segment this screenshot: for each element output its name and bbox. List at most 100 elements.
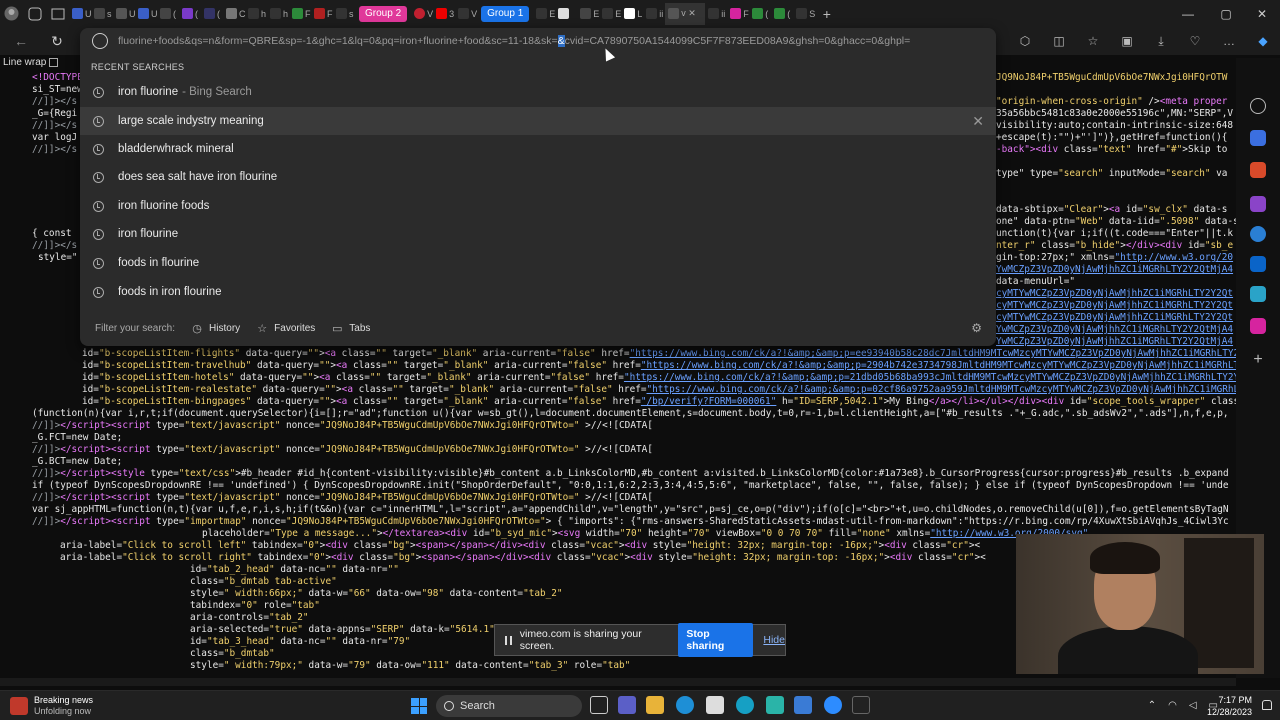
outlook-icon[interactable] [1250, 256, 1266, 272]
workspaces-icon[interactable] [26, 5, 43, 22]
source-line: aria-controls="tab_2" [190, 612, 309, 623]
tab[interactable]: V [455, 3, 477, 25]
tab[interactable]: h [245, 3, 267, 25]
tab[interactable]: s [333, 3, 355, 25]
tab[interactable]: 3 [433, 3, 455, 25]
source-line: _G={Regi [32, 108, 78, 119]
tab-group-1[interactable]: Group 1 [481, 5, 530, 22]
news-widget[interactable]: Breaking news Unfolding now [10, 695, 93, 717]
tab[interactable]: ii [643, 3, 665, 25]
system-clock[interactable]: 7:17 PM 12/28/2023 [1207, 694, 1252, 718]
filter-favorites-button[interactable]: ☆ Favorites [256, 322, 315, 335]
tab[interactable]: S [793, 3, 815, 25]
tab[interactable]: C [223, 3, 246, 25]
downloads-icon[interactable]: ⤓ [1152, 32, 1170, 50]
chevron-up-icon[interactable]: ⌃ [1148, 700, 1156, 711]
suggestion-item[interactable]: foods in iron flourine [80, 278, 996, 306]
drop-icon[interactable] [1250, 286, 1266, 302]
tab[interactable]: E [577, 3, 599, 25]
tab[interactable]: E [533, 3, 555, 25]
refresh-icon[interactable]: ↻ [48, 32, 66, 50]
gear-icon[interactable]: ⚙ [971, 321, 982, 335]
tab[interactable]: L [621, 3, 643, 25]
tab-favicon [248, 8, 259, 19]
tab[interactable]: h [267, 3, 289, 25]
tab-active[interactable]: v ✕ [665, 2, 706, 25]
games-icon[interactable] [1250, 196, 1266, 212]
tab[interactable]: F [289, 3, 311, 25]
source-line: YwMCZpZ3VpZD0yNjAwMjhhZC1iMGRhLTY2Y2QtMj… [996, 324, 1234, 335]
back-icon[interactable]: ← [12, 32, 30, 50]
task-view-icon[interactable] [590, 696, 608, 714]
add-sidebar-icon[interactable]: + [1250, 352, 1266, 368]
profile-avatar-icon[interactable] [3, 5, 20, 22]
tab-favicon [646, 8, 658, 19]
tab[interactable]: U [113, 3, 136, 25]
tab[interactable] [555, 3, 577, 25]
taskbar-search-label: Search [460, 700, 495, 712]
instagram-icon[interactable] [1250, 318, 1266, 334]
file-explorer-icon[interactable] [646, 696, 664, 714]
source-line: _G.BCT=new Date; [32, 456, 123, 467]
tab-actions-icon[interactable] [49, 5, 66, 22]
windows-start-icon[interactable] [411, 698, 427, 714]
tab[interactable]: F [727, 3, 749, 25]
address-bar[interactable]: fluorine+foods&qs=n&form=QBRE&sp=-1&ghc=… [80, 28, 996, 54]
tab[interactable]: ( [179, 3, 201, 25]
tab-favicon [752, 8, 764, 19]
copilot-sidebar-icon[interactable] [1250, 226, 1266, 242]
taskbar-search[interactable]: Search [436, 695, 582, 717]
extensions-icon[interactable]: ⬡ [1016, 32, 1034, 50]
tab[interactable]: ( [771, 3, 793, 25]
notification-bell-icon[interactable] [1262, 700, 1272, 710]
teams-icon[interactable] [618, 696, 636, 714]
close-window-icon[interactable]: ✕ [1240, 0, 1280, 27]
edge-icon[interactable] [676, 696, 694, 714]
tab[interactable]: U [69, 3, 92, 25]
filter-tabs-button[interactable]: ▭ Tabs [331, 322, 370, 335]
shopping-icon[interactable] [1250, 162, 1266, 178]
suggestion-item[interactable]: iron flourine [80, 220, 996, 248]
notes-icon[interactable] [794, 696, 812, 714]
tab[interactable]: s [91, 3, 113, 25]
performance-icon[interactable]: ♡ [1186, 32, 1204, 50]
tab[interactable]: U [135, 3, 158, 25]
split-screen-icon[interactable]: ◫ [1050, 32, 1068, 50]
tab[interactable]: ( [749, 3, 771, 25]
wifi-icon[interactable]: ◠ [1168, 700, 1177, 711]
tab[interactable]: E [599, 3, 621, 25]
suggestion-item[interactable]: iron fluorine - Bing Search [80, 78, 996, 106]
volume-icon[interactable]: ◁ [1189, 700, 1197, 711]
more-options-icon[interactable]: … [1220, 32, 1238, 50]
terminal-icon[interactable] [852, 696, 870, 714]
tools-icon[interactable] [1250, 130, 1266, 146]
app-icon[interactable] [766, 696, 784, 714]
collections-icon[interactable]: ▣ [1118, 32, 1136, 50]
store-icon[interactable] [706, 696, 724, 714]
suggestion-item[interactable]: bladderwhrack mineral [80, 135, 996, 163]
filter-history-button[interactable]: ◷ History [191, 322, 240, 335]
zoom-icon[interactable] [824, 696, 842, 714]
new-tab-icon[interactable]: + [818, 5, 835, 22]
tab[interactable]: ii [705, 3, 727, 25]
tab[interactable]: V [411, 3, 433, 25]
tab[interactable]: ( [157, 3, 179, 25]
tab-group-2[interactable]: Group 2 [359, 5, 408, 22]
hide-banner-link[interactable]: Hide [763, 634, 785, 646]
address-input[interactable]: fluorine+foods&qs=n&form=QBRE&sp=-1&ghc=… [118, 35, 988, 47]
source-line: id="tab_3_head" data-nc="" data-nr="79" [190, 636, 411, 647]
stop-sharing-button[interactable]: Stop sharing [678, 623, 754, 657]
suggestion-item[interactable]: iron fluorine foods [80, 192, 996, 220]
tab[interactable]: ( [201, 3, 223, 25]
search-icon[interactable] [1250, 98, 1266, 114]
suggestion-item[interactable]: does sea salt have iron flourine [80, 163, 996, 191]
copilot-icon[interactable]: ◆ [1254, 32, 1272, 50]
suggestion-item[interactable]: large scale indystry meaning ✕ [80, 107, 996, 135]
horizontal-scrollbar[interactable] [0, 678, 1236, 686]
favorites-icon[interactable]: ☆ [1084, 32, 1102, 50]
search-icon [444, 701, 454, 711]
suggestion-item[interactable]: foods in flourine [80, 249, 996, 277]
tab[interactable]: F [311, 3, 333, 25]
remove-suggestion-icon[interactable]: ✕ [972, 113, 984, 130]
edge-dev-icon[interactable] [736, 696, 754, 714]
